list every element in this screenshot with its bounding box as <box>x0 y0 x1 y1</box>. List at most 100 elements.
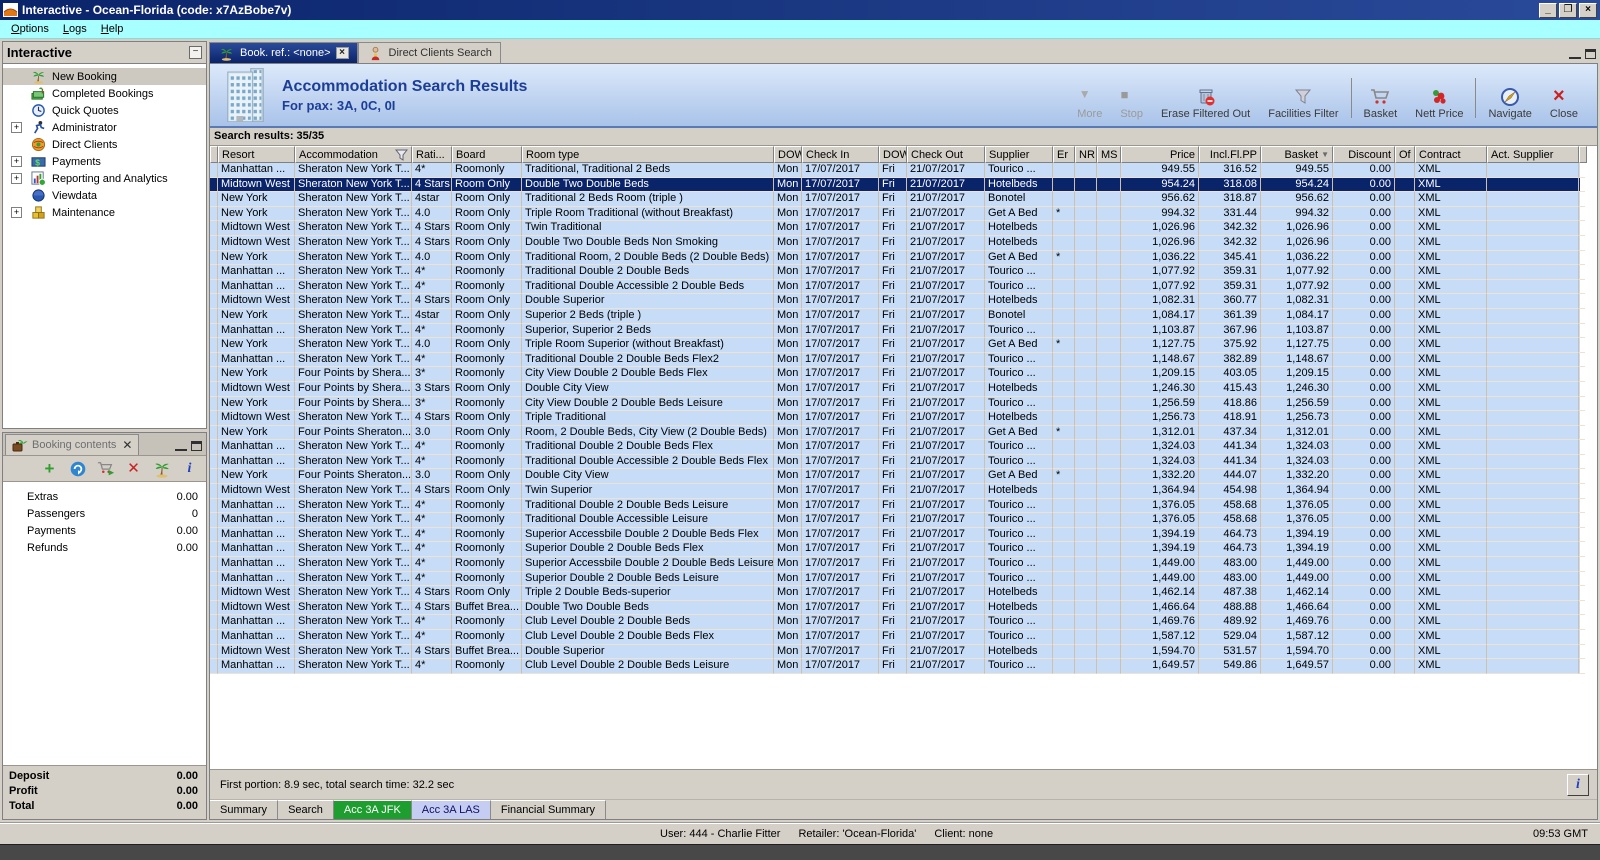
palm-button[interactable] <box>153 461 171 478</box>
column-header-check-in[interactable]: Check In <box>802 146 879 163</box>
result-row[interactable]: Manhattan ... Sheraton New York T... 4* Roo… <box>210 163 1585 178</box>
sidebar-item-maintenance[interactable]: + Maintenance <box>3 204 206 221</box>
column-header-contract[interactable]: Contract <box>1415 146 1487 163</box>
nett-price-button[interactable]: Nett Price <box>1406 87 1472 120</box>
sidebar-item-administrator[interactable]: + Administrator <box>3 119 206 136</box>
result-row[interactable]: Manhattan ... Sheraton New York T... 4* Roo… <box>210 279 1585 295</box>
sidebar-item-completed-bookings[interactable]: Completed Bookings <box>3 85 206 102</box>
add-button[interactable]: + <box>41 460 59 477</box>
refresh-button[interactable] <box>69 461 87 477</box>
column-header-check-out[interactable]: Check Out <box>907 146 985 163</box>
expand-icon[interactable]: + <box>11 207 22 218</box>
column-header-of[interactable]: Of <box>1395 146 1415 163</box>
erase-filtered-out-button[interactable]: Erase Filtered Out <box>1152 87 1259 120</box>
result-row[interactable]: Manhattan ... Sheraton New York T... 4* Roo… <box>210 454 1585 470</box>
sidebar-item-reporting-and-analytics[interactable]: + Reporting and Analytics <box>3 170 206 187</box>
result-row[interactable]: Midtown West Sheraton New York T... 4 Star… <box>210 600 1585 616</box>
tab-book-ref-none[interactable]: Book. ref.: <none> × <box>209 42 358 63</box>
column-header-rati[interactable]: Rati... <box>412 146 452 163</box>
result-row[interactable]: Manhattan ... Sheraton New York T... 4* Roo… <box>210 557 1585 572</box>
column-header-discount[interactable]: Discount <box>1333 146 1395 163</box>
result-row[interactable]: Manhattan ... Sheraton New York T... 4* Roo… <box>210 323 1585 339</box>
column-header-er[interactable]: Er <box>1053 146 1075 163</box>
column-header-price[interactable]: Price <box>1121 146 1199 163</box>
result-row[interactable]: New York Sheraton New York T... 4.0 Room On… <box>210 250 1585 266</box>
delete-button[interactable]: ✕ <box>125 461 143 477</box>
result-row[interactable]: Manhattan ... Sheraton New York T... 4* Roo… <box>210 265 1585 280</box>
expand-icon[interactable]: + <box>11 122 22 133</box>
result-row[interactable]: Manhattan ... Sheraton New York T... 4* Roo… <box>210 498 1585 514</box>
result-row[interactable]: Manhattan ... Sheraton New York T... 4* Roo… <box>210 571 1585 587</box>
menu-options[interactable]: Options <box>4 22 56 36</box>
tab-close-icon[interactable]: × <box>335 47 349 59</box>
result-row[interactable]: New York Sheraton New York T... 4star Room … <box>210 308 1585 324</box>
window-minimize-button[interactable]: _ <box>1539 2 1557 18</box>
result-row[interactable]: Midtown West Sheraton New York T... 4 Star… <box>210 411 1585 426</box>
booking-panel-minimize-icon[interactable] <box>175 441 187 451</box>
booking-contents-close-icon[interactable]: ✕ <box>122 438 132 452</box>
result-row[interactable]: Midtown West Four Points by Shera... 3 Sta… <box>210 381 1585 397</box>
result-row[interactable]: Manhattan ... Sheraton New York T... 4* Roo… <box>210 615 1585 630</box>
result-row[interactable]: Manhattan ... Sheraton New York T... 4* Roo… <box>210 659 1585 674</box>
booking-contents-tab[interactable]: Booking contents ✕ <box>5 434 140 455</box>
result-row[interactable]: Midtown West Sheraton New York T... 4 Star… <box>210 235 1585 251</box>
result-row[interactable]: New York Four Points Sheraton... 3.0 Room O… <box>210 469 1585 485</box>
sidebar-item-quick-quotes[interactable]: Quick Quotes <box>3 102 206 119</box>
result-row[interactable]: Midtown West Sheraton New York T... 4 Star… <box>210 221 1585 236</box>
result-row[interactable]: New York Sheraton New York T... 4.0 Room On… <box>210 338 1585 353</box>
window-restore-button[interactable]: ❐ <box>1559 2 1577 18</box>
result-row[interactable]: Manhattan ... Sheraton New York T... 4* Roo… <box>210 630 1585 645</box>
booking-panel-maximize-icon[interactable] <box>191 441 202 451</box>
column-header-nr[interactable]: NR <box>1075 146 1097 163</box>
sidebar-item-payments[interactable]: + $ Payments <box>3 153 206 170</box>
column-header-basket[interactable]: Basket ▼ <box>1261 146 1333 163</box>
column-header-resort[interactable]: Resort <box>218 146 295 163</box>
column-header-board[interactable]: Board <box>452 146 522 163</box>
result-row[interactable]: Manhattan ... Sheraton New York T... 4* Roo… <box>210 352 1585 368</box>
result-row[interactable]: Manhattan ... Sheraton New York T... 4* Roo… <box>210 542 1585 558</box>
result-row[interactable]: Midtown West Sheraton New York T... 4 Star… <box>210 177 1585 193</box>
info-button[interactable]: i <box>181 461 199 477</box>
main-panel-maximize-icon[interactable] <box>1585 49 1596 59</box>
result-row[interactable]: Midtown West Sheraton New York T... 4 Star… <box>210 484 1585 499</box>
result-row[interactable]: Midtown West Sheraton New York T... 4 Star… <box>210 644 1585 660</box>
result-row[interactable]: Manhattan ... Sheraton New York T... 4* Roo… <box>210 513 1585 528</box>
result-row[interactable]: New York Sheraton New York T... 4star Room … <box>210 192 1585 207</box>
sidebar-item-direct-clients[interactable]: Direct Clients <box>3 136 206 153</box>
tab-direct-clients-search[interactable]: Direct Clients Search <box>357 42 501 63</box>
column-header-accommodation[interactable]: Accommodation <box>295 146 412 163</box>
column-header-room-type[interactable]: Room type <box>522 146 774 163</box>
bottom-tab-search[interactable]: Search <box>278 800 334 819</box>
result-row[interactable]: Midtown West Sheraton New York T... 4 Star… <box>210 294 1585 309</box>
collapse-panel-button[interactable]: − <box>189 46 202 59</box>
menu-help[interactable]: Help <box>94 22 131 36</box>
result-row[interactable]: New York Four Points by Shera... 3* Roomonl… <box>210 396 1585 412</box>
expand-icon[interactable]: + <box>11 156 22 167</box>
bottom-tab-acc-3a-las[interactable]: Acc 3A LAS <box>411 800 491 819</box>
facilities-filter-button[interactable]: Facilities Filter <box>1259 87 1347 120</box>
column-header-act-supplier[interactable]: Act. Supplier <box>1487 146 1579 163</box>
navigate-button[interactable]: Navigate <box>1479 87 1540 120</box>
result-row[interactable]: New York Four Points by Shera... 3* Roomonl… <box>210 367 1585 382</box>
close-button[interactable]: × Close <box>1541 86 1587 120</box>
column-header-incl-fl-pp[interactable]: Incl.Fl.PP <box>1199 146 1261 163</box>
info-button[interactable]: i <box>1567 774 1589 796</box>
result-row[interactable]: Manhattan ... Sheraton New York T... 4* Roo… <box>210 440 1585 455</box>
bottom-tab-acc-3a-jfk[interactable]: Acc 3A JFK <box>333 800 412 819</box>
cart-add-button[interactable] <box>97 461 115 477</box>
menu-logs[interactable]: Logs <box>56 22 94 36</box>
bottom-tab-summary[interactable]: Summary <box>210 800 279 819</box>
main-panel-minimize-icon[interactable] <box>1569 49 1581 59</box>
column-header-ms[interactable]: MS <box>1097 146 1121 163</box>
result-row[interactable]: Midtown West Sheraton New York T... 4 Star… <box>210 586 1585 601</box>
column-header-dow[interactable]: DOW <box>879 146 907 163</box>
sidebar-item-viewdata[interactable]: Viewdata <box>3 187 206 204</box>
result-row[interactable]: New York Four Points Sheraton... 3.0 Room O… <box>210 425 1585 441</box>
column-header-dow[interactable]: DOW <box>774 146 802 163</box>
expand-icon[interactable]: + <box>11 173 22 184</box>
basket-button[interactable]: Basket <box>1355 87 1407 120</box>
column-header-supplier[interactable]: Supplier <box>985 146 1053 163</box>
result-row[interactable]: Manhattan ... Sheraton New York T... 4* Roo… <box>210 527 1585 543</box>
sidebar-item-new-booking[interactable]: New Booking <box>3 68 206 85</box>
window-close-button[interactable]: × <box>1579 2 1597 18</box>
